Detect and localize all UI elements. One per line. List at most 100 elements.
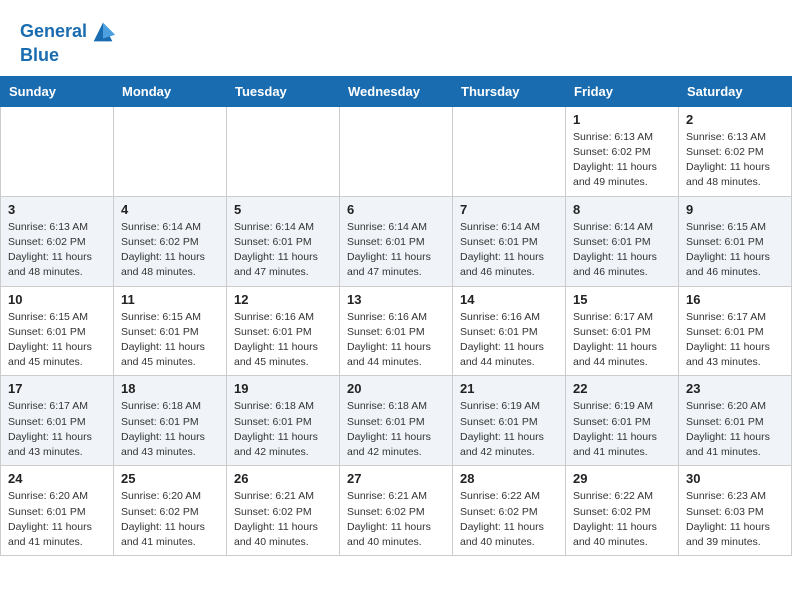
day-info: Sunrise: 6:19 AMSunset: 6:01 PMDaylight:… [460, 399, 558, 460]
calendar-cell: 9 Sunrise: 6:15 AMSunset: 6:01 PMDaylight… [679, 196, 792, 286]
calendar-cell: 29 Sunrise: 6:22 AMSunset: 6:02 PMDayligh… [566, 466, 679, 556]
day-number: 18 [121, 381, 219, 396]
day-info: Sunrise: 6:14 AMSunset: 6:01 PMDaylight:… [573, 220, 671, 281]
day-info: Sunrise: 6:21 AMSunset: 6:02 PMDaylight:… [234, 489, 332, 550]
calendar-cell: 13 Sunrise: 6:16 AMSunset: 6:01 PMDayligh… [340, 286, 453, 376]
weekday-header-monday: Monday [114, 76, 227, 106]
day-number: 27 [347, 471, 445, 486]
day-number: 3 [8, 202, 106, 217]
calendar-cell: 26 Sunrise: 6:21 AMSunset: 6:02 PMDayligh… [227, 466, 340, 556]
calendar-cell: 14 Sunrise: 6:16 AMSunset: 6:01 PMDayligh… [453, 286, 566, 376]
day-number: 15 [573, 292, 671, 307]
day-number: 25 [121, 471, 219, 486]
day-info: Sunrise: 6:13 AMSunset: 6:02 PMDaylight:… [8, 220, 106, 281]
calendar-cell [453, 106, 566, 196]
calendar-cell [227, 106, 340, 196]
calendar-cell: 8 Sunrise: 6:14 AMSunset: 6:01 PMDaylight… [566, 196, 679, 286]
logo-text: General [20, 18, 117, 46]
calendar-cell: 17 Sunrise: 6:17 AMSunset: 6:01 PMDayligh… [1, 376, 114, 466]
weekday-header-thursday: Thursday [453, 76, 566, 106]
weekday-header-sunday: Sunday [1, 76, 114, 106]
day-info: Sunrise: 6:13 AMSunset: 6:02 PMDaylight:… [686, 130, 784, 191]
calendar-cell: 27 Sunrise: 6:21 AMSunset: 6:02 PMDayligh… [340, 466, 453, 556]
calendar-cell: 2 Sunrise: 6:13 AMSunset: 6:02 PMDaylight… [679, 106, 792, 196]
day-info: Sunrise: 6:16 AMSunset: 6:01 PMDaylight:… [347, 310, 445, 371]
day-number: 16 [686, 292, 784, 307]
calendar-week-4: 24 Sunrise: 6:20 AMSunset: 6:01 PMDayligh… [1, 466, 792, 556]
day-info: Sunrise: 6:18 AMSunset: 6:01 PMDaylight:… [121, 399, 219, 460]
day-number: 23 [686, 381, 784, 396]
day-info: Sunrise: 6:23 AMSunset: 6:03 PMDaylight:… [686, 489, 784, 550]
day-number: 9 [686, 202, 784, 217]
day-number: 5 [234, 202, 332, 217]
weekday-header-wednesday: Wednesday [340, 76, 453, 106]
calendar-cell: 4Sunrise: 6:14 AMSunset: 6:02 PMDaylight… [114, 196, 227, 286]
day-number: 11 [121, 292, 219, 307]
calendar-cell: 15 Sunrise: 6:17 AMSunset: 6:01 PMDayligh… [566, 286, 679, 376]
day-info: Sunrise: 6:16 AMSunset: 6:01 PMDaylight:… [234, 310, 332, 371]
day-number: 12 [234, 292, 332, 307]
calendar-week-0: 1 Sunrise: 6:13 AMSunset: 6:02 PMDaylight… [1, 106, 792, 196]
day-info: Sunrise: 6:16 AMSunset: 6:01 PMDaylight:… [460, 310, 558, 371]
calendar-header-row: SundayMondayTuesdayWednesdayThursdayFrid… [1, 76, 792, 106]
day-info: Sunrise: 6:14 AMSunset: 6:02 PMDaylight:… [121, 220, 219, 281]
calendar-cell [340, 106, 453, 196]
day-info: Sunrise: 6:14 AMSunset: 6:01 PMDaylight:… [234, 220, 332, 281]
calendar-cell: 11 Sunrise: 6:15 AMSunset: 6:01 PMDayligh… [114, 286, 227, 376]
day-info: Sunrise: 6:17 AMSunset: 6:01 PMDaylight:… [573, 310, 671, 371]
calendar-cell: 12 Sunrise: 6:16 AMSunset: 6:01 PMDayligh… [227, 286, 340, 376]
calendar-cell: 18 Sunrise: 6:18 AMSunset: 6:01 PMDayligh… [114, 376, 227, 466]
calendar-cell [114, 106, 227, 196]
day-info: Sunrise: 6:14 AMSunset: 6:01 PMDaylight:… [347, 220, 445, 281]
day-number: 2 [686, 112, 784, 127]
day-number: 19 [234, 381, 332, 396]
calendar-week-3: 17 Sunrise: 6:17 AMSunset: 6:01 PMDayligh… [1, 376, 792, 466]
calendar-cell: 24 Sunrise: 6:20 AMSunset: 6:01 PMDayligh… [1, 466, 114, 556]
day-info: Sunrise: 6:17 AMSunset: 6:01 PMDaylight:… [8, 399, 106, 460]
day-number: 26 [234, 471, 332, 486]
day-number: 29 [573, 471, 671, 486]
day-number: 17 [8, 381, 106, 396]
day-number: 13 [347, 292, 445, 307]
calendar-cell: 6 Sunrise: 6:14 AMSunset: 6:01 PMDaylight… [340, 196, 453, 286]
day-number: 6 [347, 202, 445, 217]
calendar-cell [1, 106, 114, 196]
day-number: 1 [573, 112, 671, 127]
day-number: 24 [8, 471, 106, 486]
calendar-cell: 25Sunrise: 6:20 AMSunset: 6:02 PMDayligh… [114, 466, 227, 556]
calendar-cell: 1 Sunrise: 6:13 AMSunset: 6:02 PMDaylight… [566, 106, 679, 196]
day-info: Sunrise: 6:17 AMSunset: 6:01 PMDaylight:… [686, 310, 784, 371]
weekday-header-saturday: Saturday [679, 76, 792, 106]
day-info: Sunrise: 6:21 AMSunset: 6:02 PMDaylight:… [347, 489, 445, 550]
day-info: Sunrise: 6:13 AMSunset: 6:02 PMDaylight:… [573, 130, 671, 191]
calendar-cell: 10Sunrise: 6:15 AMSunset: 6:01 PMDayligh… [1, 286, 114, 376]
day-number: 28 [460, 471, 558, 486]
logo: General Blue [20, 18, 117, 66]
calendar-cell: 28 Sunrise: 6:22 AMSunset: 6:02 PMDayligh… [453, 466, 566, 556]
day-info: Sunrise: 6:15 AMSunset: 6:01 PMDaylight:… [686, 220, 784, 281]
calendar-cell: 16 Sunrise: 6:17 AMSunset: 6:01 PMDayligh… [679, 286, 792, 376]
day-number: 8 [573, 202, 671, 217]
calendar-cell: 22 Sunrise: 6:19 AMSunset: 6:01 PMDayligh… [566, 376, 679, 466]
calendar-table: SundayMondayTuesdayWednesdayThursdayFrid… [0, 76, 792, 556]
day-info: Sunrise: 6:19 AMSunset: 6:01 PMDaylight:… [573, 399, 671, 460]
day-number: 14 [460, 292, 558, 307]
day-number: 20 [347, 381, 445, 396]
day-info: Sunrise: 6:15 AMSunset: 6:01 PMDaylight:… [121, 310, 219, 371]
weekday-header-friday: Friday [566, 76, 679, 106]
calendar-cell: 23 Sunrise: 6:20 AMSunset: 6:01 PMDayligh… [679, 376, 792, 466]
calendar-week-1: 3 Sunrise: 6:13 AMSunset: 6:02 PMDaylight… [1, 196, 792, 286]
calendar-cell: 3 Sunrise: 6:13 AMSunset: 6:02 PMDaylight… [1, 196, 114, 286]
day-number: 7 [460, 202, 558, 217]
day-info: Sunrise: 6:20 AMSunset: 6:01 PMDaylight:… [686, 399, 784, 460]
day-number: 30 [686, 471, 784, 486]
day-number: 21 [460, 381, 558, 396]
calendar-week-2: 10 Sunrise: 6:15 AMSunset: 6:01 PMDayligh… [1, 286, 792, 376]
page-header: General Blue [0, 0, 792, 76]
day-info: Sunrise: 6:18 AMSunset: 6:01 PMDaylight:… [234, 399, 332, 460]
day-info: Sunrise: 6:22 AMSunset: 6:02 PMDaylight:… [573, 489, 671, 550]
day-number: 22 [573, 381, 671, 396]
day-info: Sunrise: 6:22 AMSunset: 6:02 PMDaylight:… [460, 489, 558, 550]
day-info: Sunrise: 6:20 AMSunset: 6:01 PMDaylight:… [8, 489, 106, 550]
day-number: 10 [8, 292, 106, 307]
